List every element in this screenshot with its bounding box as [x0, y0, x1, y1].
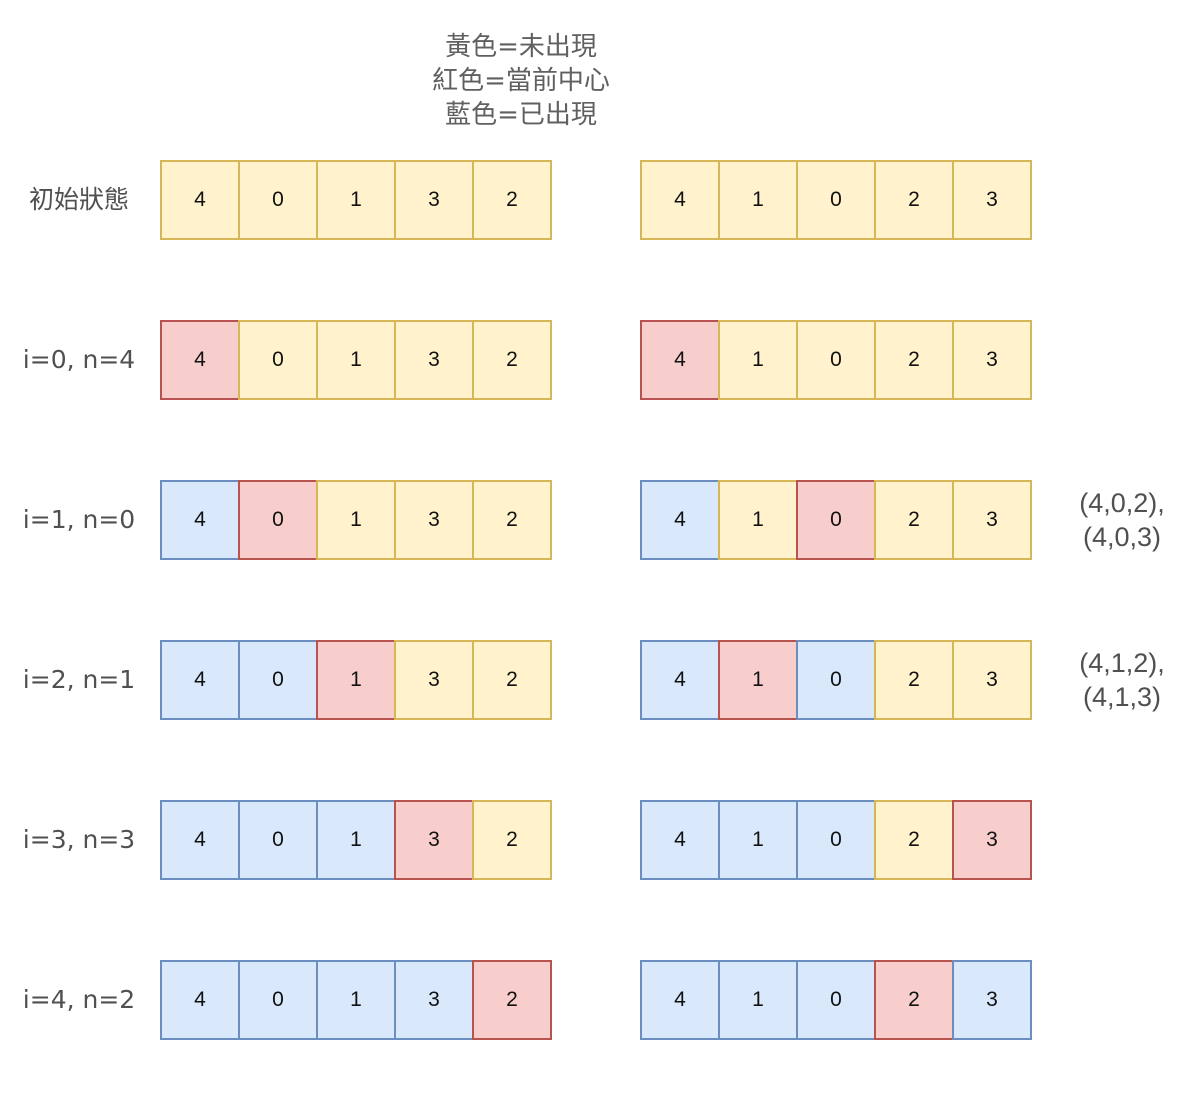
- array-cell-yellow: 1: [718, 160, 798, 240]
- array-right: 41023: [640, 960, 1032, 1040]
- array-cell-yellow: 2: [472, 320, 552, 400]
- color-legend: 黃色=未出現 紅色=當前中心 藍色=已出現: [421, 30, 621, 132]
- array-right: 41023: [640, 480, 1032, 560]
- array-cell-yellow: 3: [952, 640, 1032, 720]
- array-cell-blue: 0: [238, 640, 318, 720]
- array-cell-blue: 4: [640, 800, 720, 880]
- row-label: i=1, n=0: [22, 505, 136, 534]
- array-cell-red: 2: [472, 960, 552, 1040]
- array-cell-yellow: 3: [394, 480, 474, 560]
- array-cell-blue: 4: [160, 800, 240, 880]
- array-cell-red: 1: [316, 640, 396, 720]
- row-label: 初始狀態: [28, 185, 129, 214]
- array-cell-yellow: 0: [238, 160, 318, 240]
- array-cell-yellow: 2: [874, 320, 954, 400]
- array-cell-blue: 4: [640, 480, 720, 560]
- array-cell-yellow: 1: [316, 160, 396, 240]
- array-cell-blue: 4: [160, 960, 240, 1040]
- array-cell-yellow: 0: [796, 160, 876, 240]
- array-cell-red: 3: [952, 800, 1032, 880]
- legend-yellow: 黃色=未出現: [445, 32, 597, 62]
- array-cell-blue: 1: [718, 800, 798, 880]
- row-label: i=0, n=4: [22, 345, 136, 374]
- array-right: 41023: [640, 160, 1032, 240]
- array-cell-yellow: 0: [796, 320, 876, 400]
- array-cell-blue: 3: [394, 960, 474, 1040]
- array-cell-yellow: 0: [238, 320, 318, 400]
- array-cell-blue: 1: [718, 960, 798, 1040]
- array-cell-yellow: 2: [472, 640, 552, 720]
- array-left: 40132: [160, 960, 552, 1040]
- array-cell-red: 4: [640, 320, 720, 400]
- row-label: i=2, n=1: [22, 665, 136, 694]
- array-cell-red: 2: [874, 960, 954, 1040]
- array-cell-blue: 0: [238, 960, 318, 1040]
- array-cell-yellow: 2: [472, 800, 552, 880]
- triplet-line: (4,0,3): [1082, 522, 1162, 552]
- array-right: 41023: [640, 640, 1032, 720]
- legend-red: 紅色=當前中心: [432, 66, 610, 96]
- array-cell-yellow: 3: [394, 160, 474, 240]
- array-cell-blue: 4: [160, 480, 240, 560]
- array-cell-blue: 4: [640, 960, 720, 1040]
- array-right: 41023: [640, 800, 1032, 880]
- legend-blue: 藍色=已出現: [445, 100, 597, 130]
- array-cell-yellow: 2: [874, 640, 954, 720]
- array-cell-blue: 0: [796, 640, 876, 720]
- array-cell-yellow: 1: [316, 320, 396, 400]
- array-cell-red: 1: [718, 640, 798, 720]
- array-cell-yellow: 2: [472, 480, 552, 560]
- array-right: 41023: [640, 320, 1032, 400]
- array-cell-yellow: 3: [952, 320, 1032, 400]
- array-cell-blue: 4: [160, 640, 240, 720]
- row-label: i=4, n=2: [22, 985, 136, 1014]
- array-left: 40132: [160, 640, 552, 720]
- triplet-line: (4,1,2),: [1079, 648, 1165, 678]
- array-cell-blue: 0: [238, 800, 318, 880]
- triplet-line: (4,1,3): [1082, 682, 1162, 712]
- array-cell-yellow: 3: [394, 640, 474, 720]
- array-cell-blue: 1: [316, 800, 396, 880]
- triplet-note: (4,0,2), (4,0,3): [1062, 486, 1182, 554]
- array-left: 40132: [160, 480, 552, 560]
- array-cell-red: 0: [238, 480, 318, 560]
- array-cell-blue: 0: [796, 800, 876, 880]
- array-cell-blue: 3: [952, 960, 1032, 1040]
- array-left: 40132: [160, 160, 552, 240]
- array-cell-yellow: 4: [160, 160, 240, 240]
- array-cell-red: 0: [796, 480, 876, 560]
- array-cell-blue: 1: [316, 960, 396, 1040]
- row-label: i=3, n=3: [22, 825, 136, 854]
- array-cell-yellow: 2: [874, 480, 954, 560]
- array-cell-yellow: 1: [316, 480, 396, 560]
- array-cell-yellow: 4: [640, 160, 720, 240]
- array-cell-yellow: 3: [394, 320, 474, 400]
- array-cell-yellow: 3: [952, 480, 1032, 560]
- array-cell-yellow: 1: [718, 320, 798, 400]
- array-left: 40132: [160, 800, 552, 880]
- triplet-line: (4,0,2),: [1079, 488, 1165, 518]
- array-cell-blue: 0: [796, 960, 876, 1040]
- array-cell-yellow: 2: [472, 160, 552, 240]
- array-cell-red: 4: [160, 320, 240, 400]
- array-cell-yellow: 3: [952, 160, 1032, 240]
- array-cell-yellow: 2: [874, 800, 954, 880]
- array-left: 40132: [160, 320, 552, 400]
- triplet-note: (4,1,2), (4,1,3): [1062, 646, 1182, 714]
- array-cell-yellow: 1: [718, 480, 798, 560]
- array-cell-blue: 4: [640, 640, 720, 720]
- array-cell-yellow: 2: [874, 160, 954, 240]
- array-cell-red: 3: [394, 800, 474, 880]
